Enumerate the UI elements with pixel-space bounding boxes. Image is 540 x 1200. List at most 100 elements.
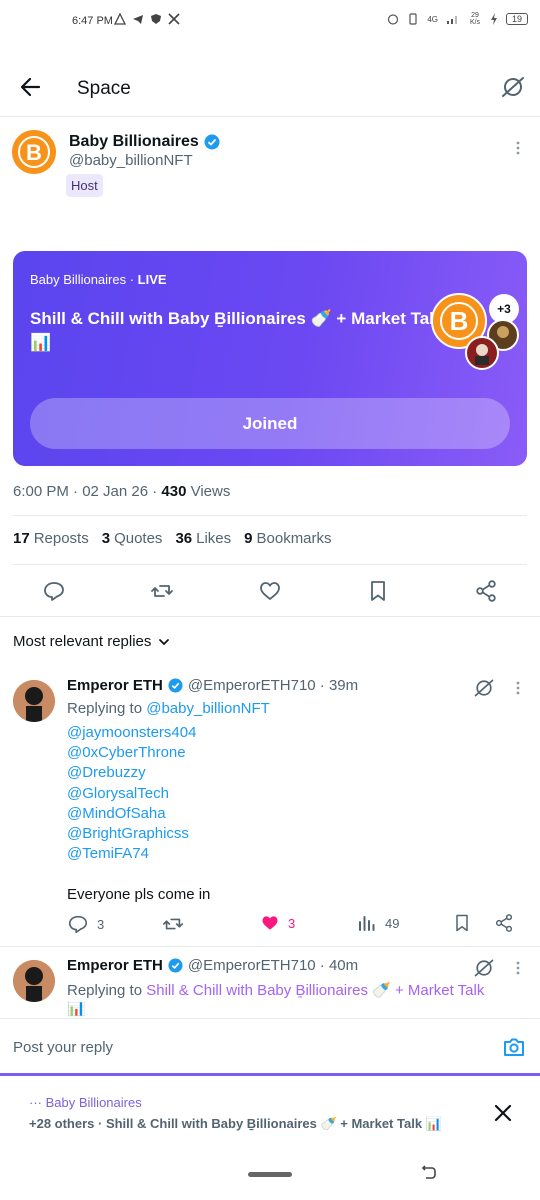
- likes-label: Likes: [196, 530, 232, 547]
- reposts-count: 17: [13, 530, 30, 547]
- quotes-count: 3: [101, 530, 111, 547]
- verified-badge-icon: [168, 678, 183, 693]
- arrow-left-icon: [20, 77, 41, 97]
- status-system-icons: 4G 29 K/s 19: [387, 12, 528, 26]
- repost-icon: [163, 918, 183, 930]
- reply-space-button[interactable]: [473, 677, 495, 699]
- replying-prefix: Replying to: [67, 982, 147, 999]
- reply-author-name[interactable]: Emperor ETH: [67, 957, 163, 974]
- bookmark-button[interactable]: [366, 579, 390, 603]
- top-bar: Space: [0, 60, 540, 116]
- actions-divider: [0, 616, 540, 617]
- mention-link[interactable]: @MindOfSaha: [67, 804, 196, 824]
- spaces-icon: [474, 959, 494, 977]
- post-time-date[interactable]: 6:00 PM · 02 Jan 26 ·: [13, 483, 161, 500]
- svg-text:B: B: [450, 306, 469, 336]
- bookmarks-label: Bookmarks: [256, 530, 332, 547]
- space-speaker-avatars: B +3: [431, 291, 521, 371]
- rotate-button[interactable]: [420, 1164, 438, 1182]
- more-vertical-icon: [516, 141, 520, 155]
- reply-author-handle[interactable]: @EmperorETH710 · 39m: [188, 677, 358, 694]
- view-count: 49: [385, 915, 400, 931]
- reply-input-placeholder[interactable]: Post your reply: [13, 1039, 113, 1056]
- share-button[interactable]: [474, 579, 498, 603]
- host-more-button[interactable]: [511, 140, 525, 156]
- status-notification-icons: [114, 13, 180, 25]
- like-count: 3: [288, 915, 296, 931]
- status-bar: 6:47 PM 4G 29 K/s 19: [0, 0, 540, 44]
- camera-icon: [504, 1038, 524, 1056]
- joined-button[interactable]: Joined: [30, 398, 510, 449]
- status-time: 6:47 PM: [72, 15, 113, 27]
- likes-stat[interactable]: 36 Likes: [175, 530, 231, 547]
- bitcoin-logo-icon: B: [12, 130, 56, 174]
- vibrate-icon: [409, 13, 417, 25]
- reply-views-button[interactable]: 49: [357, 913, 399, 933]
- reply-icon: [44, 582, 64, 601]
- host-badge: Host: [66, 174, 103, 197]
- replies-sort-dropdown[interactable]: Most relevant replies: [13, 633, 171, 650]
- speaker-avatar-3: [465, 336, 499, 370]
- like-button[interactable]: [258, 579, 282, 603]
- space-card[interactable]: Baby Billionaires · LIVE Shill & Chill w…: [13, 251, 527, 466]
- reply-action-bar: 3 3 49: [67, 913, 527, 939]
- reply-divider: [0, 946, 540, 947]
- replying-prefix: Replying to: [67, 700, 147, 717]
- page-title: Space: [77, 78, 131, 99]
- bookmark-icon: [371, 581, 385, 601]
- host-avatar[interactable]: B: [12, 130, 56, 174]
- bookmarks-stat[interactable]: 9 Bookmarks: [244, 530, 331, 547]
- reply-author-name[interactable]: Emperor ETH: [67, 677, 163, 694]
- reply-composer[interactable]: Post your reply: [0, 1018, 540, 1074]
- mention-link[interactable]: @BrightGraphicss: [67, 824, 196, 844]
- reply-like-button[interactable]: 3: [260, 913, 295, 933]
- reply-more-button[interactable]: [511, 680, 525, 696]
- heart-filled-icon: [262, 916, 278, 930]
- reply-count: 3: [97, 916, 105, 932]
- reply-author-handle[interactable]: @EmperorETH710 · 40m: [188, 957, 358, 974]
- space-mini-player[interactable]: ··· Baby Billionaires +28 others · Shill…: [0, 1073, 540, 1163]
- host-name-row[interactable]: Baby Billionaires: [69, 133, 220, 151]
- reply-text: Everyone pls come in: [67, 886, 211, 903]
- mention-link[interactable]: @Drebuzzy: [67, 763, 196, 783]
- reply-avatar[interactable]: [13, 960, 55, 1002]
- reply-avatar[interactable]: [13, 680, 55, 722]
- repost-button[interactable]: [150, 579, 174, 603]
- reply-share-button[interactable]: [494, 913, 514, 933]
- replying-to-line: Replying to Shill & Chill with Baby Ḇill…: [67, 980, 527, 1001]
- reposts-stat[interactable]: 17 Reposts: [13, 530, 89, 547]
- chevron-down-icon: [159, 638, 170, 645]
- back-button[interactable]: [18, 74, 44, 100]
- reply-space-button[interactable]: [473, 957, 495, 979]
- mention-link[interactable]: @jaymoonsters404: [67, 723, 196, 743]
- mention-link[interactable]: @0xCyberThrone: [67, 743, 196, 763]
- home-gesture-bar[interactable]: [248, 1172, 292, 1177]
- warning-icon: [114, 13, 126, 25]
- host-name[interactable]: Baby Billionaires: [69, 133, 199, 151]
- host-handle: @baby_billionNFT: [69, 152, 193, 169]
- mention-link[interactable]: @GlorysalTech: [67, 784, 196, 804]
- quotes-stat[interactable]: 3 Quotes: [102, 530, 163, 547]
- spaces-icon: [474, 679, 494, 697]
- live-label: LIVE: [137, 272, 167, 287]
- user-avatar-icon: [13, 680, 55, 722]
- rotate-screen-icon: [421, 1165, 436, 1179]
- spaces-button[interactable]: [500, 74, 526, 100]
- close-dock-button[interactable]: [492, 1102, 514, 1124]
- reply-repost-button[interactable]: [162, 913, 184, 935]
- reply-reply-button[interactable]: 3: [67, 913, 104, 935]
- stats-divider: [13, 564, 527, 565]
- reply-button[interactable]: [42, 579, 66, 603]
- reply-icon: [68, 915, 88, 934]
- reply-header: Emperor ETH @EmperorETH710 · 40m: [67, 957, 358, 974]
- mention-link[interactable]: @TemiFA74: [67, 844, 196, 864]
- signal-icon: [447, 16, 457, 24]
- reply-bookmark-button[interactable]: [452, 913, 472, 933]
- bookmarks-count: 9: [244, 530, 253, 547]
- post-timestamp-views: 6:00 PM · 02 Jan 26 · 430 Views: [13, 483, 230, 500]
- replying-to-space-link[interactable]: Shill & Chill with Baby Ḇillionaires 🍼 +…: [146, 982, 484, 999]
- replying-to-handle[interactable]: @baby_billionNFT: [146, 700, 270, 717]
- camera-button[interactable]: [502, 1035, 526, 1059]
- space-title: Shill & Chill with Baby Ḇillionaires 🍼 +…: [30, 309, 444, 352]
- reply-more-button[interactable]: [511, 960, 525, 976]
